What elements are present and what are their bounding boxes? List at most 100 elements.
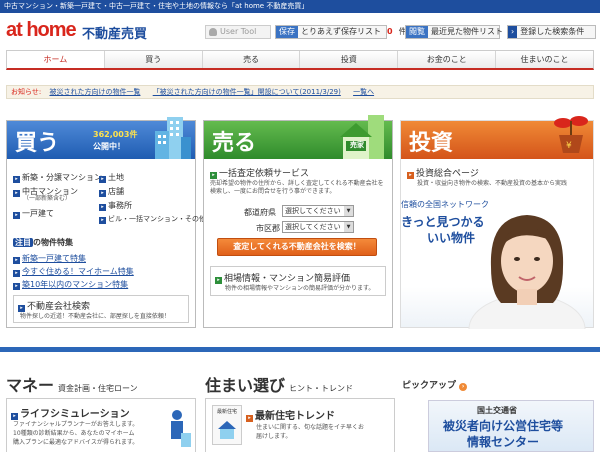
price-info-label: 相場情報・マンション簡易評価	[224, 274, 351, 284]
home-desc-2: 届けします。	[256, 433, 292, 440]
arrow-icon: ›	[508, 26, 518, 38]
housing-heading[interactable]: 住まい選び ヒント・トレンド	[205, 372, 353, 396]
money-desc-1: ファイナンシャルプランナーがお答えします。	[13, 421, 139, 428]
buy-link-land[interactable]: ▸ 土地	[99, 172, 124, 183]
sell-header[interactable]: 売る 売家	[204, 115, 392, 159]
invest-panel: 投資 ¥ ▸ 投資総合ページ 投資・収益向き物件の検索、不動産投資の基本から実践 …	[400, 116, 594, 329]
appraisal-title: ▸ 一括査定依頼サービス	[210, 166, 309, 179]
feature-link-new-house[interactable]: ▸ 新築一戸建て特集	[13, 253, 86, 264]
invest-desc: 投資・収益向き物件の検索、不動産投資の基本から実践	[417, 180, 568, 187]
buy-link-label: 一戸建て	[22, 209, 54, 218]
header: at home 不動産売買 User Tool 保存 とりあえず保存リスト 0 件 閲…	[0, 13, 600, 48]
notice-bar: お知らせ: 被災された方向けの物件一覧 「被災された方向けの物件一覧」開設につい…	[6, 85, 594, 99]
money-sub: 資金計画・住宅ローン	[58, 384, 138, 393]
notice-label: お知らせ:	[11, 88, 42, 96]
buy-link-house[interactable]: ▸ 一戸建て	[13, 208, 54, 219]
pickup-banner[interactable]: 国土交通省 被災者向け公営住宅等 情報センター	[428, 400, 594, 452]
home-sub: ヒント・トレンド	[289, 384, 354, 393]
nav-invest[interactable]: 投資	[300, 51, 399, 68]
chevron-down-icon: ▼	[344, 206, 353, 216]
save-tag: 保存	[276, 26, 298, 38]
athome-logo[interactable]: at home	[6, 19, 77, 42]
pickup-ministry: 国土交通省	[477, 406, 517, 415]
bullet-icon: ▸	[215, 277, 222, 284]
invest-top-link[interactable]: ▸ 投資総合ページ	[407, 166, 479, 179]
notice-link-announce[interactable]: 「被災された方向けの物件一覧」開設について(2011/3/29)	[153, 88, 341, 96]
nav-money[interactable]: お金のこと	[398, 51, 497, 68]
company-search-title: ▸ 不動産会社検索	[18, 299, 90, 312]
appraisal-label: 一括査定依頼サービス	[219, 169, 310, 179]
nav-home[interactable]: ホーム	[7, 51, 105, 68]
bullet-icon: ▸	[210, 172, 217, 179]
notice-link-list[interactable]: 一覧へ	[353, 88, 374, 96]
pickup-heading: ピックアップ ›	[402, 378, 468, 391]
city-label: 市区郡	[256, 224, 280, 233]
company-search-label: 不動産会社検索	[27, 302, 91, 312]
site-title[interactable]: 不動産売買	[82, 23, 147, 42]
buy-link-office[interactable]: ▸ 事務所	[99, 200, 132, 211]
feature-link-10yr[interactable]: ▸ 築10年以内のマンション特集	[13, 279, 128, 290]
housing-trend-link[interactable]: ▸ 最新住宅トレンド	[246, 407, 335, 422]
buy-link-label: 土地	[108, 173, 124, 182]
money-desc-2: 10種類の診断結果から、あなたのマイホーム	[13, 430, 135, 437]
money-title: マネー	[6, 376, 55, 395]
company-search-desc: 物件探しの近道！不動産会社に、部屋探しを直接依頼！	[20, 313, 170, 320]
pickup-line-2: 情報センター	[467, 435, 540, 449]
feature-title: の物件特集	[33, 238, 73, 247]
notice-link-disaster[interactable]: 被災された方向けの物件一覧	[49, 88, 140, 96]
saved-search-label: 登録した検索条件	[520, 27, 585, 36]
appraisal-search-button[interactable]: 査定してくれる不動産会社を検索！	[217, 238, 377, 256]
feature-heading: 注目 の物件特集	[13, 237, 73, 248]
bullet-icon: ▸	[13, 212, 20, 219]
buy-link-new-mansion[interactable]: ▸ 新築・分譲マンション	[13, 172, 102, 183]
history-label: 最近見た物件リスト	[431, 27, 503, 36]
money-heading[interactable]: マネー 資金計画・住宅ローン	[6, 372, 138, 396]
city-select[interactable]: 選択してください ▼	[282, 221, 354, 233]
house-icon	[340, 115, 384, 159]
arrow-icon: ›	[459, 383, 468, 391]
saved-list-button[interactable]: 保存 とりあえず保存リスト 0 件	[275, 25, 407, 39]
user-icon	[209, 28, 217, 36]
bullet-icon: ▸	[99, 176, 106, 183]
buy-count-sub: 公開中！	[93, 142, 125, 151]
buy-header[interactable]: 買う 362,003件 公開中！	[7, 117, 195, 159]
calculator-person-icon	[171, 410, 191, 447]
feature-link-label: 新築一戸建て特集	[22, 254, 86, 263]
buy-link-shop[interactable]: ▸ 店舗	[99, 186, 124, 197]
history-button[interactable]: 閲覧 最近見た物件リスト	[405, 25, 503, 39]
company-search-box[interactable]: ▸ 不動産会社検索 物件探しの近道！不動産会社に、部屋探しを直接依頼！	[13, 295, 189, 323]
bullet-icon: ▸	[99, 190, 106, 197]
money-desc-3: 購入プランに最適なアドバイスが得られます。	[13, 439, 139, 446]
nav-sell[interactable]: 売る	[203, 51, 301, 68]
invest-top-label: 投資総合ページ	[416, 169, 479, 179]
user-tool-label: User Tool	[220, 27, 257, 36]
network-ad[interactable]: 信頼の全国ネットワーク きっと見つかる いい物件	[401, 193, 593, 329]
save-count: 0	[387, 27, 393, 36]
price-info-title: ▸ 相場情報・マンション簡易評価	[215, 271, 350, 284]
main-nav: ホーム 買う 売る 投資 お金のこと 住まいのこと	[6, 50, 594, 70]
buy-link-building[interactable]: ▸ ビル・一括マンション・その他	[99, 214, 206, 224]
sell-badge: 売家	[350, 141, 364, 149]
user-tool-button[interactable]: User Tool	[205, 25, 271, 39]
pref-select[interactable]: 選択してください ▼	[282, 205, 354, 217]
buy-link-label: 店舗	[108, 187, 124, 196]
nav-buy[interactable]: 買う	[105, 51, 203, 68]
history-tag: 閲覧	[406, 26, 428, 38]
housing-trend-label: 最新住宅トレンド	[255, 411, 335, 422]
house-thumb-icon	[218, 421, 236, 439]
bullet-icon: ▸	[13, 257, 20, 264]
nav-living[interactable]: 住まいのこと	[496, 51, 593, 68]
sell-panel: 売る 売家 ▸ 一括査定依頼サービス 売却希望の物件の住所から、詳しく査定してくれ…	[203, 115, 393, 328]
top-tagline: 中古マンション・新築一戸建て・中古一戸建て・住宅や土地の情報なら「at home…	[0, 0, 600, 13]
buildings-icon	[155, 117, 191, 159]
bullet-icon: ▸	[407, 172, 414, 179]
invest-header[interactable]: 投資 ¥	[401, 116, 593, 159]
home-desc-1: 住まいに関する、旬な話題をイチ早くお	[256, 424, 365, 431]
saved-search-button[interactable]: › 登録した検索条件	[507, 25, 596, 39]
feature-link-move-now[interactable]: ▸ 今すぐ住める！マイホーム特集	[13, 266, 134, 277]
bullet-icon: ▸	[13, 283, 20, 290]
trend-thumbnail[interactable]: 最新住宅	[212, 405, 242, 445]
life-simulation-link[interactable]: ▸ ライフシミュレーション	[11, 405, 130, 420]
feature-tag: 注目	[13, 238, 33, 247]
price-info-box[interactable]: ▸ 相場情報・マンション簡易評価 物件の相場情報やマンションの簡易評価が分かります…	[210, 266, 386, 296]
